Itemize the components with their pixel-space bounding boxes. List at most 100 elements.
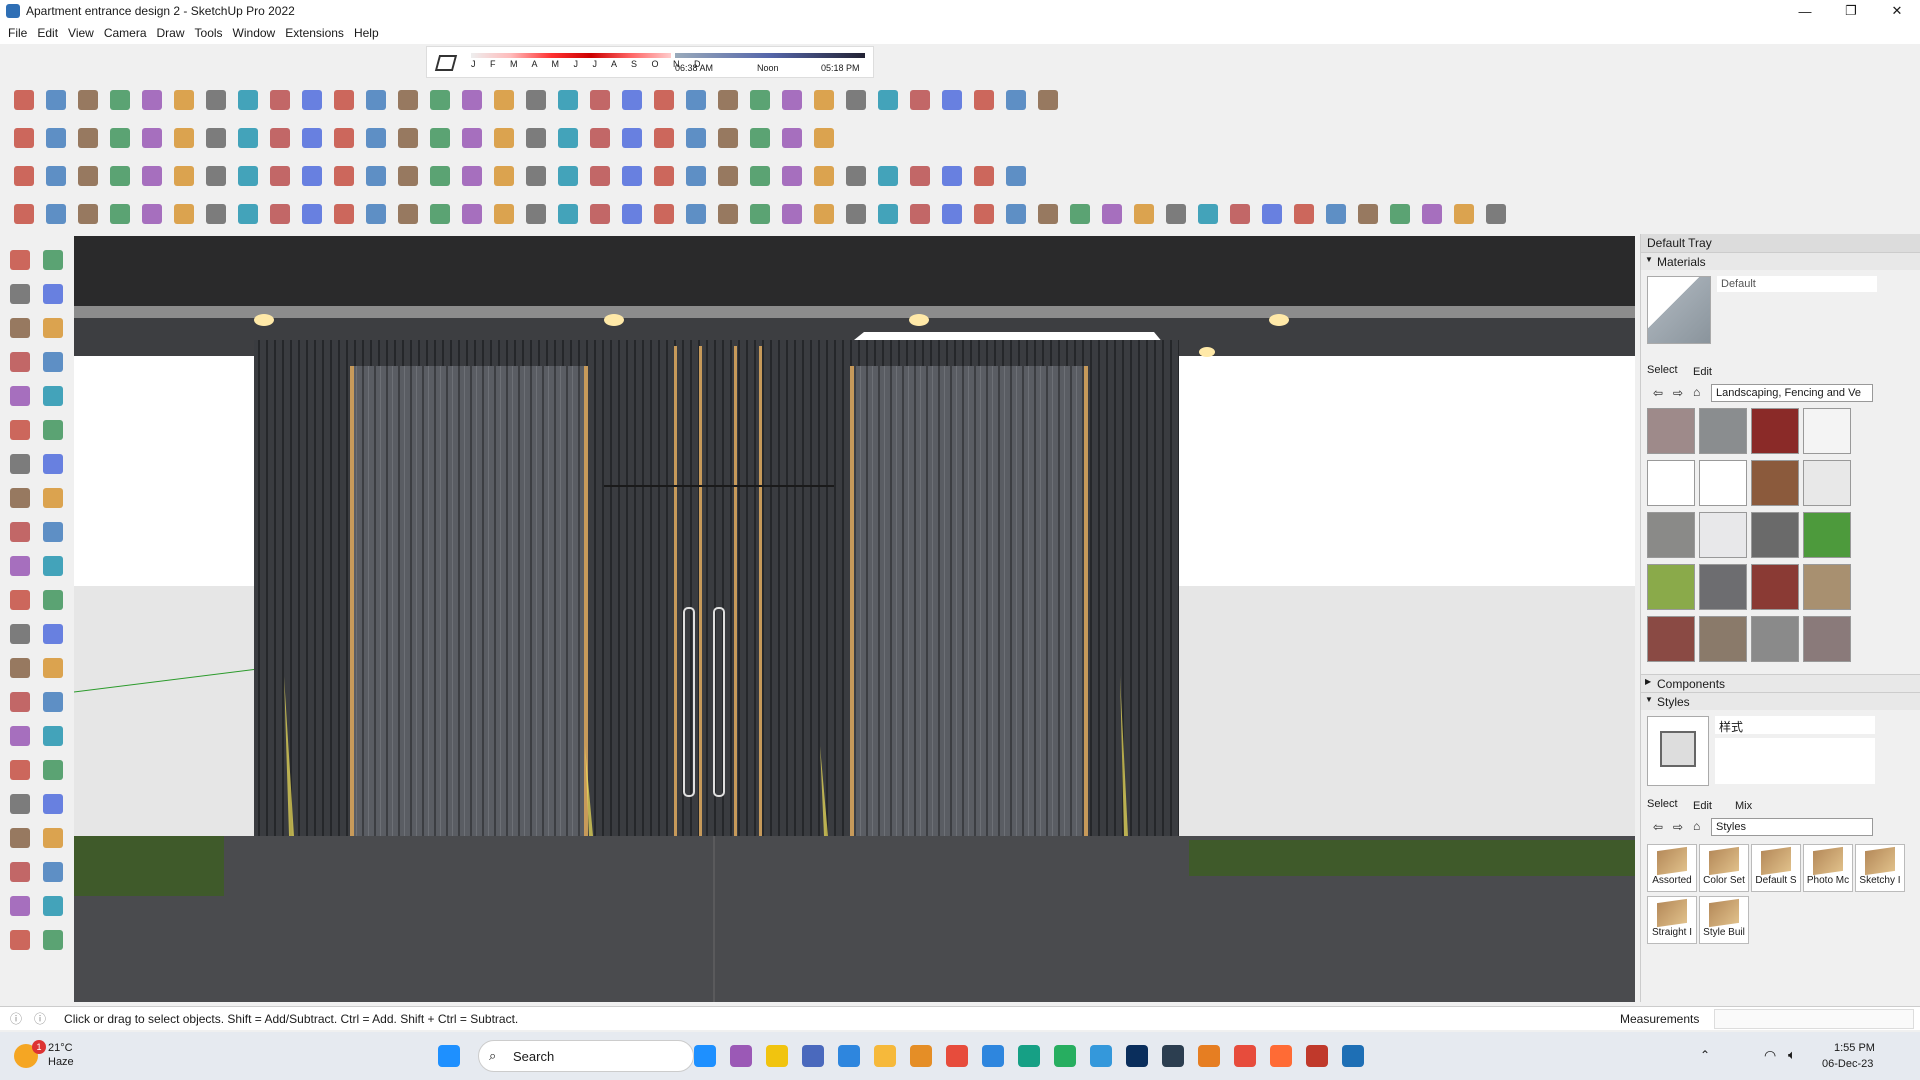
material-swatch[interactable] — [1647, 512, 1695, 558]
materials-panel-header[interactable]: Materials — [1641, 252, 1920, 270]
back-icon[interactable]: ⇦ — [1653, 386, 1663, 400]
pinterest-icon[interactable] — [1234, 1045, 1256, 1067]
component-icon[interactable] — [6, 314, 34, 342]
model-viewport[interactable] — [74, 236, 1635, 1002]
home-icon[interactable]: ⌂ — [1693, 385, 1700, 399]
style-tile[interactable]: Sketchy I — [1855, 844, 1905, 892]
clock-time[interactable]: 1:55 PM — [1834, 1042, 1875, 1054]
gallery-icon[interactable] — [730, 1045, 752, 1067]
telegram-icon[interactable] — [982, 1045, 1004, 1067]
shell-icon[interactable] — [426, 162, 454, 190]
pyramid-icon[interactable] — [970, 200, 998, 228]
curve-icon[interactable] — [234, 86, 262, 114]
wall-icon[interactable] — [426, 86, 454, 114]
face-icon[interactable] — [330, 162, 358, 190]
menu-extensions[interactable]: Extensions — [285, 26, 352, 40]
material-swatch[interactable] — [1699, 408, 1747, 454]
material-swatch[interactable] — [1699, 512, 1747, 558]
house-icon[interactable] — [970, 86, 998, 114]
wrench-icon[interactable] — [778, 200, 806, 228]
spline-icon[interactable] — [394, 86, 422, 114]
dimension-icon[interactable] — [39, 620, 67, 648]
rectangle-icon[interactable] — [170, 86, 198, 114]
material-swatch[interactable] — [1803, 408, 1851, 454]
frame-icon[interactable] — [682, 200, 710, 228]
tape-measure-icon[interactable] — [6, 620, 34, 648]
home-icon[interactable] — [10, 162, 38, 190]
zoom-extents-icon[interactable] — [6, 790, 34, 818]
copy-icon[interactable] — [234, 200, 262, 228]
menu-help[interactable]: Help — [354, 26, 387, 40]
soundcloud-icon[interactable] — [1270, 1045, 1292, 1067]
volume-icon[interactable]: 🔈︎ — [1788, 1047, 1796, 1063]
move-icon[interactable] — [874, 200, 902, 228]
fence-icon[interactable] — [970, 162, 998, 190]
protractor-icon[interactable] — [6, 654, 34, 682]
material-swatch[interactable] — [1647, 616, 1695, 662]
material-swatch[interactable] — [1647, 460, 1695, 506]
settings-icon[interactable] — [778, 162, 806, 190]
cone-icon[interactable] — [1034, 200, 1062, 228]
ruby-icon[interactable] — [650, 124, 678, 152]
select-icon[interactable] — [458, 162, 486, 190]
shadow-toggle-icon[interactable] — [434, 55, 458, 71]
rotate-icon[interactable] — [6, 552, 34, 580]
styles-tab-mix[interactable]: Mix — [1735, 800, 1752, 812]
eraser-icon[interactable] — [266, 162, 294, 190]
pencil-icon[interactable] — [6, 348, 34, 376]
offset-icon[interactable] — [39, 586, 67, 614]
cube-icon[interactable] — [458, 200, 486, 228]
pencil-icon[interactable] — [106, 124, 134, 152]
frame-icon[interactable] — [202, 162, 230, 190]
layers-icon[interactable] — [202, 200, 230, 228]
window-icon[interactable] — [810, 162, 838, 190]
scale-icon[interactable] — [266, 124, 294, 152]
texture-icon[interactable] — [1322, 200, 1350, 228]
material-swatch[interactable] — [1803, 512, 1851, 558]
chain-icon[interactable] — [842, 200, 870, 228]
zoom-icon[interactable] — [10, 124, 38, 152]
chamfer-icon[interactable] — [778, 86, 806, 114]
material-library-select[interactable]: Landscaping, Fencing and Ve — [1711, 384, 1873, 402]
scale-icon[interactable] — [6, 586, 34, 614]
chrome-icon[interactable] — [1198, 1045, 1220, 1067]
export-icon[interactable] — [906, 162, 934, 190]
grid-icon[interactable] — [170, 162, 198, 190]
scale-icon[interactable] — [266, 200, 294, 228]
maximize-button[interactable]: ❐ — [1828, 0, 1874, 22]
pan-icon[interactable] — [39, 722, 67, 750]
box2-icon[interactable] — [330, 200, 358, 228]
zoom-icon[interactable] — [6, 756, 34, 784]
star-icon[interactable] — [938, 200, 966, 228]
sphere-icon[interactable] — [362, 200, 390, 228]
profile-icon[interactable] — [586, 86, 614, 114]
plane-icon[interactable] — [490, 200, 518, 228]
grid-icon[interactable] — [906, 86, 934, 114]
select-icon[interactable] — [6, 246, 34, 274]
material-swatch[interactable] — [1803, 616, 1851, 662]
arrows-icon[interactable] — [1418, 200, 1446, 228]
search-icon[interactable] — [694, 1045, 716, 1067]
info-icon[interactable]: ⓘ — [10, 1010, 22, 1027]
pole-icon[interactable] — [810, 200, 838, 228]
link-icon[interactable] — [714, 124, 742, 152]
tape-icon[interactable] — [330, 124, 358, 152]
menu-tools[interactable]: Tools — [195, 26, 231, 40]
photoshop-icon[interactable] — [1126, 1045, 1148, 1067]
color-icon[interactable] — [778, 124, 806, 152]
sphere-icon[interactable] — [266, 86, 294, 114]
bucket-icon[interactable] — [1226, 200, 1254, 228]
style-name-field[interactable]: 样式 — [1715, 716, 1875, 734]
ring-icon[interactable] — [298, 162, 326, 190]
offset-icon[interactable] — [106, 86, 134, 114]
material-swatch[interactable] — [1699, 564, 1747, 610]
materials-tab-edit[interactable]: Edit — [1693, 366, 1712, 378]
components-panel-header[interactable]: Components — [1641, 674, 1920, 692]
material-swatch[interactable] — [1803, 564, 1851, 610]
blue-icon[interactable] — [554, 162, 582, 190]
rectangle-icon[interactable] — [6, 382, 34, 410]
paint-bucket-icon[interactable] — [394, 124, 422, 152]
position-camera-icon[interactable] — [6, 824, 34, 852]
material-swatch[interactable] — [1751, 564, 1799, 610]
move-icon[interactable] — [6, 518, 34, 546]
